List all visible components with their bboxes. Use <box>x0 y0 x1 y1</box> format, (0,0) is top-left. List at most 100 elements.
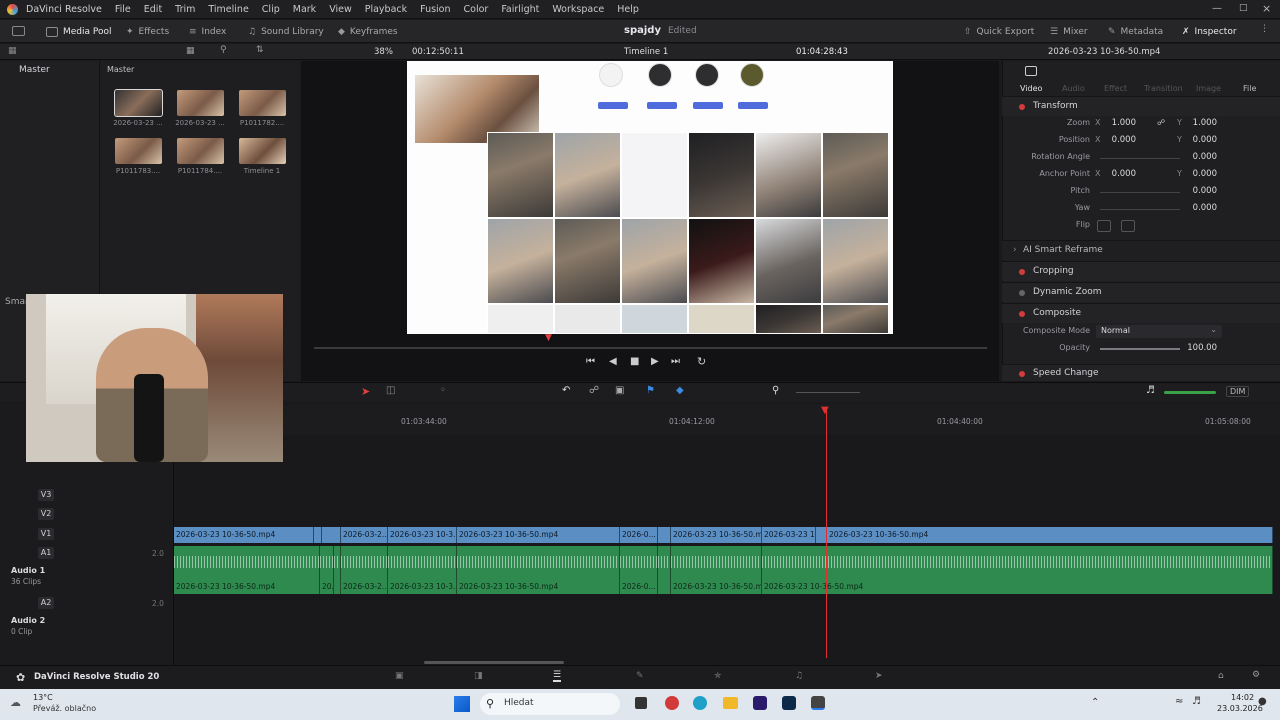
effects-button[interactable]: ✦ Effects <box>126 20 169 43</box>
video-clip[interactable] <box>658 527 671 543</box>
zoom-icon[interactable]: ⚲ <box>772 385 779 396</box>
file-explorer-icon[interactable] <box>723 697 738 709</box>
video-clip[interactable]: 2026-03-23 1... <box>762 527 816 543</box>
marker-icon[interactable]: ◆ <box>676 385 684 396</box>
video-clip[interactable]: 2026-03-23 10-36-50.mp4 <box>174 527 314 543</box>
inspector-button[interactable]: ✗ Inspector <box>1182 20 1237 43</box>
volume-icon[interactable]: ♬ <box>1146 385 1155 396</box>
opacity-field[interactable]: 100.00 <box>1185 343 1217 353</box>
yaw-slider[interactable] <box>1100 209 1180 210</box>
audio-clip[interactable]: 2026-03-23 10-36-50.mp4 <box>457 546 620 594</box>
dynamic-zoom-section[interactable]: Dynamic Zoom <box>1002 282 1280 302</box>
opacity-slider[interactable] <box>1100 348 1180 350</box>
video-clip[interactable]: 2026-03-2... <box>341 527 388 543</box>
audio-clip[interactable]: 2026-03-23 10-36-50.m... <box>671 546 762 594</box>
audio-clip[interactable]: 2026-03-2... <box>341 546 388 594</box>
flip-vertical-button[interactable] <box>1121 220 1135 232</box>
tab-effect[interactable]: Effect <box>1104 84 1127 93</box>
scrubber-playhead-icon[interactable]: ▼ <box>545 333 552 343</box>
anchor-x-field[interactable]: 0.000 <box>1104 169 1136 179</box>
volume-slider[interactable] <box>1164 391 1216 394</box>
trim-tool-icon[interactable]: ◫ <box>386 385 395 396</box>
menu-fairlight[interactable]: Fairlight <box>501 4 539 15</box>
clip-thumbnail[interactable] <box>177 90 224 116</box>
menu-help[interactable]: Help <box>617 4 639 15</box>
bin-master[interactable]: Master <box>19 65 50 75</box>
zoom-x-field[interactable]: 1.000 <box>1104 118 1136 128</box>
flip-horizontal-button[interactable] <box>1097 220 1111 232</box>
menu-clip[interactable]: Clip <box>262 4 280 15</box>
menu-playback[interactable]: Playback <box>365 4 407 15</box>
tray-network-icon[interactable]: ≈ <box>1175 696 1183 707</box>
link-icon[interactable]: ☍ <box>1157 118 1165 127</box>
clock-time[interactable]: 14:02 <box>1231 693 1254 702</box>
video-clip[interactable] <box>322 527 341 543</box>
composite-section[interactable]: Composite <box>1002 303 1280 323</box>
clip-thumbnail[interactable] <box>177 138 224 164</box>
menu-edit[interactable]: Edit <box>144 4 162 15</box>
audio-clip[interactable]: 2026-03-23 10-36-50.mp4 <box>174 546 320 594</box>
minimize-button[interactable]: — <box>1212 3 1222 14</box>
video-clip[interactable]: 2026-03-23 10-3... <box>388 527 457 543</box>
video-clip[interactable]: 2026-0... <box>620 527 658 543</box>
viewer-zoom[interactable]: 38% <box>374 47 393 57</box>
play-icon[interactable]: ▶ <box>651 356 659 367</box>
timeline-thumbnail[interactable] <box>239 138 286 164</box>
page-color-icon[interactable]: ✯ <box>714 671 722 681</box>
loop-icon[interactable]: ↻ <box>697 355 706 368</box>
track-v3-label[interactable]: V3 <box>38 489 54 501</box>
cropping-section[interactable]: Cropping <box>1002 261 1280 281</box>
metadata-button[interactable]: ✎ Metadata <box>1108 20 1163 43</box>
zoom-y-field[interactable]: 1.000 <box>1185 118 1217 128</box>
timeline-scrollbar[interactable] <box>424 661 564 664</box>
track-v1-label[interactable]: V1 <box>38 528 54 540</box>
blade-tool-icon[interactable]: ◦ <box>440 385 446 396</box>
menu-workspace[interactable]: Workspace <box>552 4 604 15</box>
rotation-slider[interactable] <box>1100 158 1180 159</box>
audio-clip[interactable] <box>334 546 341 594</box>
media-pool-button[interactable]: Media Pool <box>46 20 112 43</box>
clock-date[interactable]: 23.03.2026 <box>1217 704 1263 713</box>
page-cut-icon[interactable]: ◨ <box>474 671 483 681</box>
play-reverse-icon[interactable]: ◀ <box>609 356 617 367</box>
tab-image[interactable]: Image <box>1196 84 1221 93</box>
audio-clip[interactable]: 2026-0... <box>620 546 658 594</box>
edge-icon[interactable] <box>693 696 707 710</box>
menu-fusion[interactable]: Fusion <box>420 4 450 15</box>
position-x-field[interactable]: 0.000 <box>1104 135 1136 145</box>
maximize-button[interactable]: □ <box>1239 3 1248 13</box>
rotation-field[interactable]: 0.000 <box>1185 152 1217 162</box>
page-deliver-icon[interactable]: ➤ <box>875 671 883 681</box>
composite-mode-select[interactable]: Normal ⌄ <box>1096 325 1222 338</box>
yaw-field[interactable]: 0.000 <box>1185 203 1217 213</box>
resolve-taskbar-icon[interactable] <box>811 696 825 710</box>
tab-audio[interactable]: Audio <box>1062 84 1085 93</box>
app-icon[interactable] <box>665 696 679 710</box>
audio-clip[interactable]: 2026-03-23 10-36-50.mp4 <box>762 546 1273 594</box>
menu-view[interactable]: View <box>329 4 352 15</box>
clip-thumbnail[interactable] <box>115 138 162 164</box>
keyframes-button[interactable]: ◆ Keyframes <box>338 20 398 43</box>
more-options-icon[interactable]: ⋮ <box>1260 24 1269 34</box>
track-a1-label[interactable]: A1 <box>38 547 54 559</box>
stop-icon[interactable]: ■ <box>630 356 639 367</box>
flag-icon[interactable]: ⚑ <box>646 385 655 396</box>
lock-icon[interactable]: ▣ <box>615 385 624 396</box>
selection-tool-icon[interactable]: ➤ <box>361 385 370 398</box>
search-icon[interactable]: ⚲ <box>220 45 227 55</box>
clip-thumbnail[interactable] <box>239 90 286 116</box>
settings-gear-icon[interactable]: ⚙ <box>1252 670 1260 680</box>
sound-library-button[interactable]: ♫ Sound Library <box>248 20 324 43</box>
anchor-y-field[interactable]: 0.000 <box>1185 169 1217 179</box>
video-clip[interactable]: 2026-03-23 10-36-50.mp4 <box>827 527 1273 543</box>
pitch-field[interactable]: 0.000 <box>1185 186 1217 196</box>
link-clips-icon[interactable]: ☍ <box>589 385 599 396</box>
task-view-icon[interactable] <box>635 697 647 709</box>
premiere-icon[interactable] <box>753 696 767 710</box>
audio-clip[interactable]: 2026-03-23 10-3... <box>388 546 457 594</box>
list-view-icon[interactable]: ▦ <box>8 46 17 56</box>
taskbar-search[interactable]: ⚲ Hledat <box>480 693 620 715</box>
menu-mark[interactable]: Mark <box>293 4 316 15</box>
menu-trim[interactable]: Trim <box>175 4 195 15</box>
skip-end-icon[interactable]: ⏭ <box>671 356 680 367</box>
